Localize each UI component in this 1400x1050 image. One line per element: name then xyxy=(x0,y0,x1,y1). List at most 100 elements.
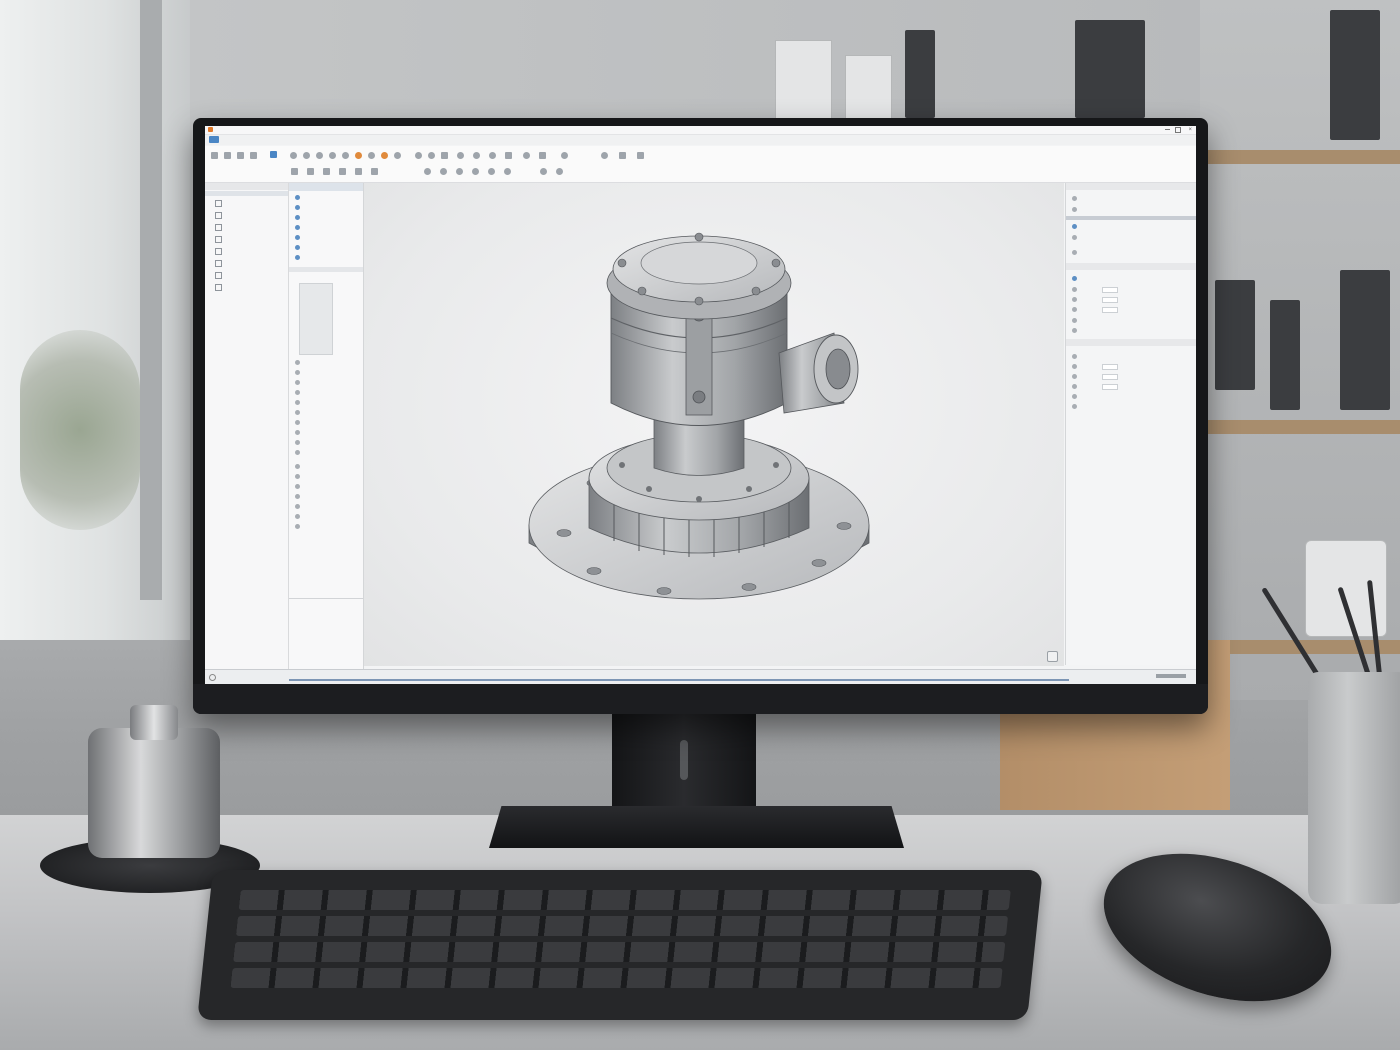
property-row[interactable] xyxy=(1072,286,1081,293)
ribbon-tab[interactable] xyxy=(324,136,336,144)
tool-icon[interactable] xyxy=(539,152,546,159)
tool-icon[interactable] xyxy=(290,152,297,159)
window-max-icon[interactable] xyxy=(1175,127,1181,133)
tool-icon[interactable] xyxy=(523,152,530,159)
tree-row[interactable] xyxy=(295,439,304,447)
tool-icon[interactable] xyxy=(368,152,375,159)
tool-icon[interactable] xyxy=(342,152,349,159)
tool-icon[interactable] xyxy=(329,152,336,159)
tree-row[interactable] xyxy=(295,234,304,242)
tree-row[interactable] xyxy=(295,429,304,437)
ribbon-tab[interactable] xyxy=(255,136,279,144)
property-row[interactable] xyxy=(1072,306,1081,313)
tree-row[interactable] xyxy=(295,399,304,407)
tool-icon[interactable] xyxy=(457,152,464,159)
tree-row[interactable] xyxy=(295,359,304,367)
tool-icon[interactable] xyxy=(456,168,463,175)
property-row[interactable] xyxy=(1072,223,1081,230)
tool-icon[interactable] xyxy=(415,152,422,159)
tree-row[interactable] xyxy=(295,473,304,481)
property-row[interactable] xyxy=(1072,373,1081,380)
tool-icon-highlight[interactable] xyxy=(381,152,388,159)
tool-icon[interactable] xyxy=(504,168,511,175)
tree-row[interactable] xyxy=(295,389,304,397)
tool-icon[interactable] xyxy=(291,168,298,175)
view-cube-icon[interactable] xyxy=(1047,651,1058,662)
tool-icon[interactable] xyxy=(556,168,563,175)
tree-row[interactable] xyxy=(295,214,304,222)
tool-icon[interactable] xyxy=(307,168,314,175)
ribbon-tab[interactable] xyxy=(433,136,443,144)
tool-icon[interactable] xyxy=(488,168,495,175)
tool-icon[interactable] xyxy=(561,152,568,159)
tool-icon[interactable] xyxy=(540,168,547,175)
property-field[interactable] xyxy=(1102,364,1118,370)
tree-row[interactable] xyxy=(295,503,304,511)
ribbon-tab[interactable] xyxy=(233,136,247,144)
window-min-icon[interactable] xyxy=(1165,129,1170,130)
property-row[interactable] xyxy=(1072,317,1081,324)
property-row[interactable] xyxy=(1072,249,1081,256)
tree-row[interactable] xyxy=(295,369,304,377)
ribbon-tab[interactable] xyxy=(451,136,461,144)
tool-icon[interactable] xyxy=(250,152,257,159)
tool-icon[interactable] xyxy=(394,152,401,159)
settings-icon[interactable] xyxy=(209,674,216,681)
nav-item[interactable] xyxy=(215,224,226,232)
nav-item[interactable] xyxy=(215,260,226,268)
property-field[interactable] xyxy=(1102,307,1118,313)
nav-item[interactable] xyxy=(215,284,226,292)
tree-row[interactable] xyxy=(295,449,304,457)
property-field[interactable] xyxy=(1102,287,1118,293)
nav-item[interactable] xyxy=(215,212,226,220)
nav-item[interactable] xyxy=(215,236,226,244)
property-row[interactable] xyxy=(1072,393,1081,400)
tree-row[interactable] xyxy=(295,244,304,252)
tool-icon[interactable] xyxy=(316,152,323,159)
tool-icon[interactable] xyxy=(489,152,496,159)
ribbon-tab[interactable] xyxy=(387,136,399,144)
tool-icon[interactable] xyxy=(619,152,626,159)
tool-icon[interactable] xyxy=(505,152,512,159)
tool-icon[interactable] xyxy=(472,168,479,175)
tree-row[interactable] xyxy=(295,254,304,262)
property-row[interactable] xyxy=(1072,327,1081,334)
tree-row[interactable] xyxy=(295,409,304,417)
tool-icon[interactable] xyxy=(355,168,362,175)
tool-icon[interactable] xyxy=(441,152,448,159)
tree-row[interactable] xyxy=(295,493,304,501)
tree-row[interactable] xyxy=(295,379,304,387)
ribbon-tab[interactable] xyxy=(343,136,357,144)
tree-row[interactable] xyxy=(295,513,304,521)
property-row[interactable] xyxy=(1072,383,1081,390)
tool-icon[interactable] xyxy=(323,168,330,175)
tree-row[interactable] xyxy=(295,463,304,471)
tool-icon[interactable] xyxy=(440,168,447,175)
property-row[interactable] xyxy=(1072,234,1081,241)
property-field[interactable] xyxy=(1102,297,1118,303)
ribbon-tab[interactable] xyxy=(285,136,297,144)
tree-row[interactable] xyxy=(295,523,304,531)
tool-icon[interactable] xyxy=(237,152,244,159)
tool-icon[interactable] xyxy=(371,168,378,175)
3d-viewport[interactable] xyxy=(364,183,1064,666)
tree-row[interactable] xyxy=(295,419,304,427)
tree-row[interactable] xyxy=(295,204,304,212)
ribbon-tab[interactable] xyxy=(365,136,379,144)
property-row[interactable] xyxy=(1072,296,1081,303)
nav-item[interactable] xyxy=(215,248,226,256)
tool-icon-highlight[interactable] xyxy=(355,152,362,159)
ribbon-tab[interactable] xyxy=(408,136,426,144)
nav-item[interactable] xyxy=(215,200,226,208)
tool-icon-active[interactable] xyxy=(270,151,277,158)
left-nav-search[interactable] xyxy=(205,191,288,196)
tree-filter-bar[interactable] xyxy=(289,267,363,272)
tool-icon[interactable] xyxy=(224,152,231,159)
tool-icon[interactable] xyxy=(637,152,644,159)
property-row[interactable] xyxy=(1072,353,1081,360)
property-row-selected[interactable] xyxy=(1066,216,1196,220)
tree-row[interactable] xyxy=(295,224,304,232)
window-close-icon[interactable]: × xyxy=(1188,126,1192,134)
app-menu-logo[interactable] xyxy=(209,136,219,143)
property-row[interactable] xyxy=(1072,363,1081,370)
